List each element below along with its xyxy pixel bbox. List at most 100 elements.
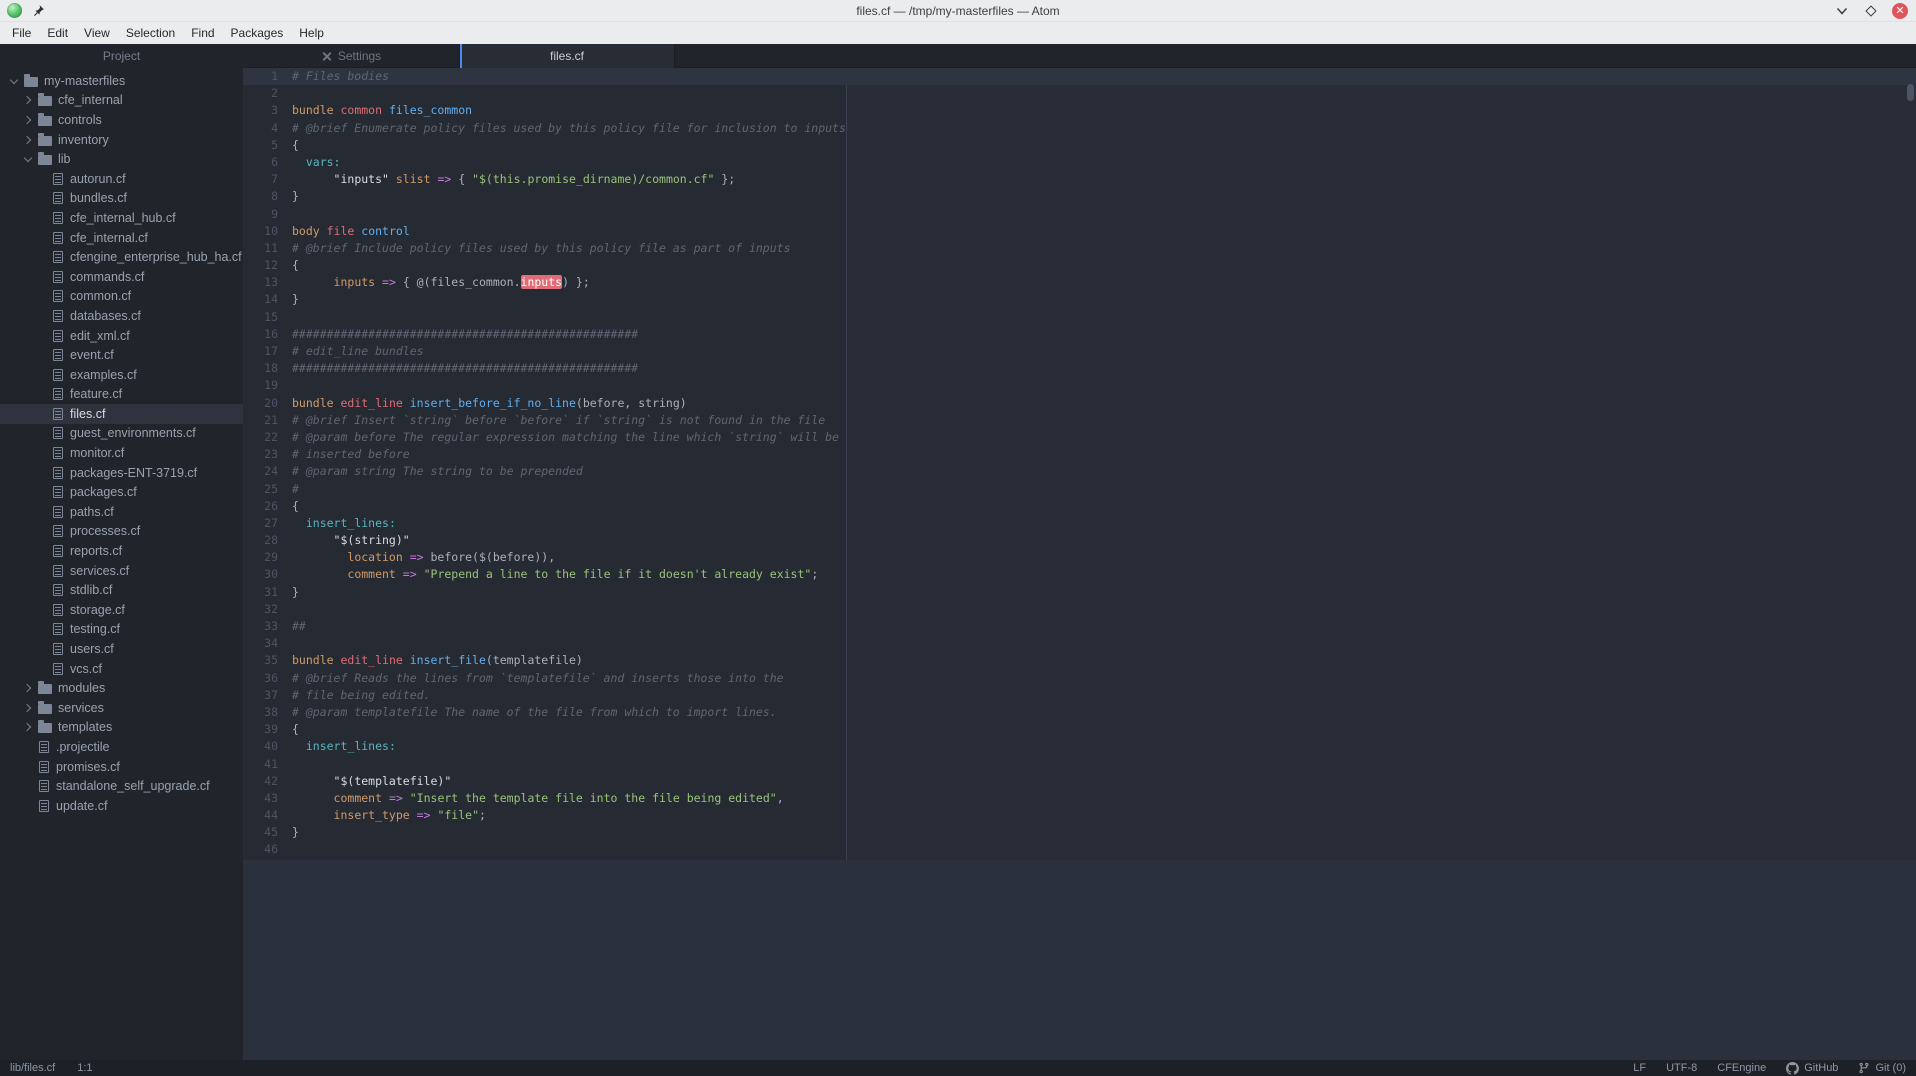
code-line-1[interactable]: 1# Files bodies xyxy=(243,68,1916,85)
close-button[interactable]: ✕ xyxy=(1892,3,1908,19)
tree-item-files-cf[interactable]: files.cf xyxy=(0,404,243,424)
code-line-8[interactable]: 8} xyxy=(243,188,1916,205)
code-line-29[interactable]: 29 location => before($(before)), xyxy=(243,549,1916,566)
code-line-46[interactable]: 46 xyxy=(243,841,1916,858)
code-line-43[interactable]: 43 comment => "Insert the template file … xyxy=(243,790,1916,807)
tree-item-guest-environments-cf[interactable]: guest_environments.cf xyxy=(0,424,243,444)
code-line-2[interactable]: 2 xyxy=(243,85,1916,102)
tree-item-processes-cf[interactable]: processes.cf xyxy=(0,522,243,542)
code-line-22[interactable]: 22# @param before The regular expression… xyxy=(243,429,1916,446)
code-line-9[interactable]: 9 xyxy=(243,206,1916,223)
tab-files-cf[interactable]: files.cf xyxy=(460,44,675,68)
code-line-24[interactable]: 24# @param string The string to be prepe… xyxy=(243,463,1916,480)
menu-packages[interactable]: Packages xyxy=(227,24,288,42)
tree-item-reports-cf[interactable]: reports.cf xyxy=(0,541,243,561)
tree-item-my-masterfiles[interactable]: my-masterfiles xyxy=(0,71,243,91)
tree-item-promises-cf[interactable]: promises.cf xyxy=(0,757,243,777)
code-line-4[interactable]: 4# @brief Enumerate policy files used by… xyxy=(243,120,1916,137)
code-line-42[interactable]: 42 "$(templatefile)" xyxy=(243,773,1916,790)
tree-item-cfe-internal-hub-cf[interactable]: cfe_internal_hub.cf xyxy=(0,208,243,228)
tree-item-vcs-cf[interactable]: vcs.cf xyxy=(0,659,243,679)
code-line-11[interactable]: 11# @brief Include policy files used by … xyxy=(243,240,1916,257)
tree-item-inventory[interactable]: inventory xyxy=(0,130,243,150)
status-cursor-position[interactable]: 1:1 xyxy=(77,1062,92,1074)
menu-help[interactable]: Help xyxy=(295,24,328,42)
tree-item-cfe-internal[interactable]: cfe_internal xyxy=(0,91,243,111)
tree-item-stdlib-cf[interactable]: stdlib.cf xyxy=(0,580,243,600)
code-line-41[interactable]: 41 xyxy=(243,756,1916,773)
status-grammar[interactable]: CFEngine xyxy=(1717,1062,1766,1074)
tree-item-cfengine-enterprise-hub-ha-cf[interactable]: cfengine_enterprise_hub_ha.cf xyxy=(0,247,243,267)
menu-view[interactable]: View xyxy=(80,24,114,42)
code-line-10[interactable]: 10body file control xyxy=(243,223,1916,240)
menu-selection[interactable]: Selection xyxy=(122,24,179,42)
tree-item-bundles-cf[interactable]: bundles.cf xyxy=(0,189,243,209)
text-editor[interactable]: 1# Files bodies23bundle common files_com… xyxy=(243,68,1916,1060)
code-line-35[interactable]: 35bundle edit_line insert_file(templatef… xyxy=(243,652,1916,669)
menu-find[interactable]: Find xyxy=(187,24,218,42)
tree-item-examples-cf[interactable]: examples.cf xyxy=(0,365,243,385)
code-line-30[interactable]: 30 comment => "Prepend a line to the fil… xyxy=(243,566,1916,583)
code-line-34[interactable]: 34 xyxy=(243,635,1916,652)
code-line-28[interactable]: 28 "$(string)" xyxy=(243,532,1916,549)
code-line-19[interactable]: 19 xyxy=(243,377,1916,394)
code-line-32[interactable]: 32 xyxy=(243,601,1916,618)
code-line-13[interactable]: 13 inputs => { @(files_common.inputs) }; xyxy=(243,274,1916,291)
status-github[interactable]: GitHub xyxy=(1786,1062,1838,1075)
code-line-40[interactable]: 40 insert_lines: xyxy=(243,738,1916,755)
code-line-23[interactable]: 23# inserted before xyxy=(243,446,1916,463)
tree-item-update-cf[interactable]: update.cf xyxy=(0,796,243,816)
code-line-7[interactable]: 7 "inputs" slist => { "$(this.promise_di… xyxy=(243,171,1916,188)
code-line-45[interactable]: 45} xyxy=(243,824,1916,841)
title-bar[interactable]: files.cf — /tmp/my-masterfiles — Atom ✕ xyxy=(0,0,1916,22)
minimize-button[interactable] xyxy=(1834,3,1850,19)
code-line-21[interactable]: 21# @brief Insert `string` before `befor… xyxy=(243,412,1916,429)
tree-item-databases-cf[interactable]: databases.cf xyxy=(0,306,243,326)
tree-item-packages-cf[interactable]: packages.cf xyxy=(0,482,243,502)
code-line-36[interactable]: 36# @brief Reads the lines from `templat… xyxy=(243,670,1916,687)
tree-item-autorun-cf[interactable]: autorun.cf xyxy=(0,169,243,189)
code-line-15[interactable]: 15 xyxy=(243,309,1916,326)
code-line-38[interactable]: 38# @param templatefile The name of the … xyxy=(243,704,1916,721)
code-line-16[interactable]: 16######################################… xyxy=(243,326,1916,343)
tree-item-paths-cf[interactable]: paths.cf xyxy=(0,502,243,522)
code-line-5[interactable]: 5{ xyxy=(243,137,1916,154)
vertical-scrollbar-thumb[interactable] xyxy=(1907,84,1914,101)
tree-item-templates[interactable]: templates xyxy=(0,718,243,738)
status-line-ending[interactable]: LF xyxy=(1633,1062,1646,1074)
code-line-39[interactable]: 39{ xyxy=(243,721,1916,738)
tree-item-modules[interactable]: modules xyxy=(0,678,243,698)
code-line-26[interactable]: 26{ xyxy=(243,498,1916,515)
code-line-3[interactable]: 3bundle common files_common xyxy=(243,102,1916,119)
maximize-button[interactable] xyxy=(1863,3,1879,19)
code-line-18[interactable]: 18######################################… xyxy=(243,360,1916,377)
status-file-path[interactable]: lib/files.cf xyxy=(10,1062,55,1074)
tree-item-projectile[interactable]: .projectile xyxy=(0,737,243,757)
code-line-44[interactable]: 44 insert_type => "file"; xyxy=(243,807,1916,824)
code-line-14[interactable]: 14} xyxy=(243,291,1916,308)
menu-edit[interactable]: Edit xyxy=(43,24,72,42)
tree-item-services[interactable]: services xyxy=(0,698,243,718)
tree-item-controls[interactable]: controls xyxy=(0,110,243,130)
tree-item-standalone-self-upgrade-cf[interactable]: standalone_self_upgrade.cf xyxy=(0,776,243,796)
tree-item-monitor-cf[interactable]: monitor.cf xyxy=(0,443,243,463)
tree-item-users-cf[interactable]: users.cf xyxy=(0,639,243,659)
tree-item-testing-cf[interactable]: testing.cf xyxy=(0,620,243,640)
status-encoding[interactable]: UTF-8 xyxy=(1666,1062,1697,1074)
code-line-20[interactable]: 20bundle edit_line insert_before_if_no_l… xyxy=(243,395,1916,412)
tree-item-feature-cf[interactable]: feature.cf xyxy=(0,385,243,405)
tree-item-edit-xml-cf[interactable]: edit_xml.cf xyxy=(0,326,243,346)
code-line-33[interactable]: 33## xyxy=(243,618,1916,635)
code-line-31[interactable]: 31} xyxy=(243,584,1916,601)
tree-item-event-cf[interactable]: event.cf xyxy=(0,345,243,365)
code-line-12[interactable]: 12{ xyxy=(243,257,1916,274)
status-git[interactable]: Git (0) xyxy=(1858,1062,1906,1074)
code-line-17[interactable]: 17# edit_line bundles xyxy=(243,343,1916,360)
tree-item-packages-ent-3719-cf[interactable]: packages-ENT-3719.cf xyxy=(0,463,243,483)
tree-item-storage-cf[interactable]: storage.cf xyxy=(0,600,243,620)
tree-item-lib[interactable]: lib xyxy=(0,149,243,169)
code-line-27[interactable]: 27 insert_lines: xyxy=(243,515,1916,532)
tree-item-common-cf[interactable]: common.cf xyxy=(0,287,243,307)
code-line-25[interactable]: 25# xyxy=(243,481,1916,498)
tree-item-services-cf[interactable]: services.cf xyxy=(0,561,243,581)
